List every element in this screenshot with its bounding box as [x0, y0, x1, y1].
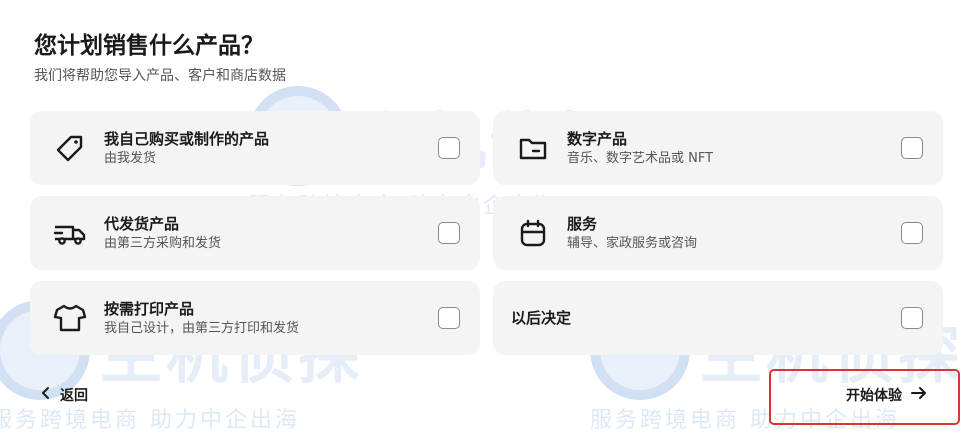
folder-icon: [515, 130, 551, 166]
start-label: 开始体验: [846, 388, 902, 404]
option-label: 按需打印产品: [104, 299, 195, 318]
option-label: 服务: [567, 214, 598, 233]
option-label: 代发货产品: [104, 214, 180, 233]
back-button[interactable]: 返回: [40, 385, 88, 405]
option-card-decide-later[interactable]: 以后决定: [493, 281, 943, 355]
option-label: 数字产品: [567, 129, 628, 148]
calendar-icon: [515, 215, 551, 251]
option-description: 音乐、数字艺术品或 NFT: [567, 150, 714, 166]
option-description: 辅导、家政服务或咨询: [567, 235, 698, 251]
tshirt-icon: [52, 300, 88, 336]
option-card-digital-products[interactable]: 数字产品 音乐、数字艺术品或 NFT: [493, 111, 943, 185]
option-label: 我自己购买或制作的产品: [104, 129, 270, 148]
option-description: 由我发货: [104, 150, 157, 166]
option-checkbox[interactable]: [438, 307, 460, 329]
option-card-print-on-demand[interactable]: 按需打印产品 我自己设计，由第三方打印和发货: [30, 281, 480, 355]
option-card-services[interactable]: 服务 辅导、家政服务或咨询: [493, 196, 943, 270]
chevron-left-icon: [40, 386, 52, 404]
option-card-dropshipping[interactable]: 代发货产品 由第三方采购和发货: [30, 196, 480, 270]
option-card-physical-products[interactable]: 我自己购买或制作的产品 由我发货: [30, 111, 480, 185]
arrow-right-icon: [910, 386, 928, 404]
start-button[interactable]: 开始体验: [846, 385, 928, 405]
option-description: 由第三方采购和发货: [104, 235, 222, 251]
option-description: 我自己设计，由第三方打印和发货: [104, 320, 300, 336]
page-subtitle: 我们将帮助您导入产品、客户和商店数据: [34, 68, 286, 84]
option-checkbox[interactable]: [438, 137, 460, 159]
option-label: 以后决定: [511, 309, 572, 327]
option-checkbox[interactable]: [438, 222, 460, 244]
truck-icon: [52, 215, 88, 251]
back-label: 返回: [60, 388, 88, 404]
option-checkbox[interactable]: [901, 222, 923, 244]
option-checkbox[interactable]: [901, 307, 923, 329]
option-checkbox[interactable]: [901, 137, 923, 159]
tag-icon: [52, 130, 88, 166]
page-title: 您计划销售什么产品？: [34, 33, 264, 59]
